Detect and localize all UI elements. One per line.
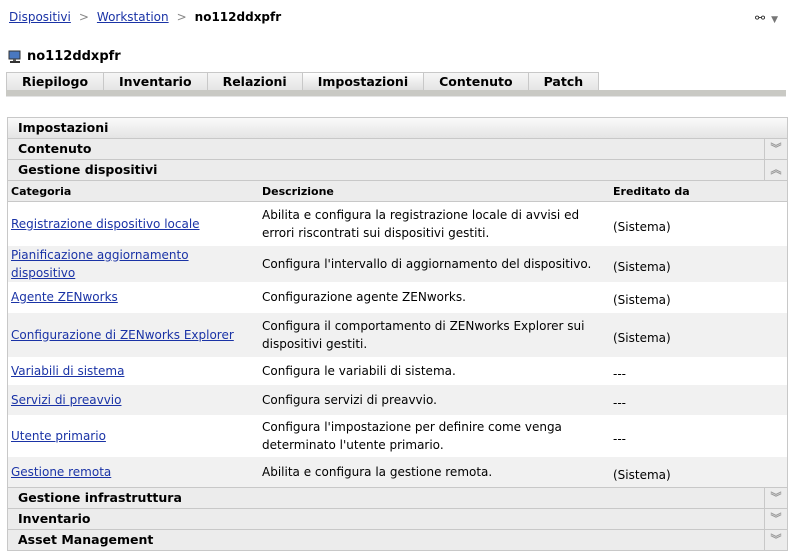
breadcrumb-current: no112ddxpfr [194, 10, 282, 24]
category-link[interactable]: Agente ZENworks [11, 290, 118, 304]
section-label: Gestione infrastruttura [18, 489, 182, 505]
cell-inherited: (Sistema) [613, 219, 671, 234]
breadcrumb: Dispositivi > Workstation > no112ddxpfr [9, 10, 281, 24]
cell-category: Variabili di sistema [8, 357, 259, 385]
section-label: Asset Management [18, 531, 154, 547]
dropdown-icon[interactable]: ▼ [771, 15, 778, 25]
tab-inventario[interactable]: Inventario [103, 72, 208, 91]
table-row: Agente ZENworks Configurazione agente ZEN… [8, 282, 787, 313]
expand-icon[interactable]: ︾ [764, 487, 787, 508]
chevron-right-icon: > [176, 10, 187, 24]
cell-inherited: (Sistema) [613, 293, 671, 307]
breadcrumb-workstation[interactable]: Workstation [97, 10, 169, 24]
section-asset-management[interactable]: Asset Management ︾ [8, 529, 787, 551]
cell-category: Configurazione di ZENworks Explorer [8, 312, 259, 357]
link-icon[interactable]: ⚯ [755, 11, 765, 25]
expand-icon[interactable]: ︾ [764, 529, 787, 550]
cell-description: Abilita e configura la gestione remota. [259, 456, 610, 487]
table-row: Pianificazione aggiornamento dispositivo… [8, 245, 787, 282]
section-label: Contenuto [18, 141, 92, 156]
cell-inherited: --- [613, 366, 626, 381]
col-ereditato: Ereditato da [610, 181, 787, 202]
category-link[interactable]: Utente primario [11, 429, 106, 443]
cell-inherited: (Sistema) [610, 456, 787, 487]
section-label: Inventario [18, 510, 91, 526]
cell-category: Pianificazione aggiornamento dispositivo [8, 245, 259, 282]
category-link[interactable]: Registrazione dispositivo locale [11, 217, 200, 231]
cell-inherited: (Sistema) [610, 245, 787, 282]
category-link[interactable]: Variabili di sistema [11, 364, 124, 378]
cell-description: Configura il comportamento di ZENworks E… [259, 312, 610, 357]
section-inventario[interactable]: Inventario ︾ [8, 508, 787, 530]
device-name: no112ddxpfr [27, 49, 121, 64]
page-title: no112ddxpfr [8, 49, 121, 64]
cell-description: Configura l'impostazione per definire co… [262, 419, 562, 452]
cell-inherited: (Sistema) [610, 312, 787, 357]
tab-relazioni[interactable]: Relazioni [206, 72, 303, 91]
category-link[interactable]: Gestione remota [11, 465, 111, 479]
cell-inherited: --- [610, 384, 787, 415]
cell-description: Configura l'intervallo di aggiornamento … [259, 245, 610, 282]
tab-riepilogo[interactable]: Riepilogo [6, 72, 105, 91]
toolbar: ⚯ ▼ [755, 11, 778, 25]
table-row: Configurazione di ZENworks Explorer Confi… [8, 312, 787, 357]
tab-impostazioni[interactable]: Impostazioni [301, 72, 425, 91]
expand-icon[interactable]: ︾ [764, 139, 787, 159]
cell-inherited: --- [613, 431, 626, 446]
category-link[interactable]: Pianificazione aggiornamento dispositivo [11, 248, 189, 280]
expand-icon[interactable]: ︾ [764, 508, 787, 529]
breadcrumb-dispositivi[interactable]: Dispositivi [9, 10, 71, 24]
cell-description: Configurazione agente ZENworks. [262, 290, 466, 304]
chevron-right-icon: > [78, 10, 89, 24]
cell-category: Registrazione dispositivo locale [8, 202, 259, 246]
tab-contenuto[interactable]: Contenuto [423, 72, 529, 91]
tab-bar: Riepilogo Inventario Relazioni Impostazi… [6, 72, 600, 91]
settings-panel: Impostazioni Contenuto ︾ Gestione disposi… [7, 117, 788, 551]
collapse-icon[interactable]: ︽ [764, 160, 787, 180]
cell-category: Utente primario [8, 415, 259, 457]
section-gestione-infrastruttura[interactable]: Gestione infrastruttura ︾ [8, 486, 787, 509]
col-categoria: Categoria [8, 181, 259, 202]
section-label: Gestione dispositivi [18, 162, 158, 177]
cell-category: Gestione remota [8, 456, 259, 487]
table-row: Servizi di preavvio Configura servizi di … [8, 384, 787, 415]
section-contenuto[interactable]: Contenuto ︾ [8, 139, 787, 160]
table-row: Gestione remota Abilita e configura la ge… [8, 456, 787, 487]
col-descrizione: Descrizione [259, 181, 610, 202]
category-link[interactable]: Servizi di preavvio [11, 393, 121, 407]
cell-category: Agente ZENworks [8, 282, 259, 313]
table-row: Utente primario Configura l'impostazione … [8, 415, 787, 457]
tab-underline [6, 90, 786, 97]
section-gestione-dispositivi[interactable]: Gestione dispositivi ︽ [8, 160, 787, 181]
cell-category: Servizi di preavvio [8, 384, 259, 415]
cell-description: Configura servizi di preavvio. [259, 384, 610, 415]
category-link[interactable]: Configurazione di ZENworks Explorer [11, 328, 234, 342]
table-row: Registrazione dispositivo locale Abilita … [8, 202, 787, 246]
cell-description: Configura le variabili di sistema. [262, 363, 456, 378]
table-row: Variabili di sistema Configura le variabi… [8, 357, 787, 385]
panel-header: Impostazioni [8, 118, 787, 139]
settings-table: Categoria Descrizione Ereditato da Regis… [8, 181, 787, 487]
tab-patch[interactable]: Patch [527, 72, 600, 91]
workstation-icon [8, 50, 21, 63]
cell-description: Abilita e configura la registrazione loc… [262, 207, 580, 240]
